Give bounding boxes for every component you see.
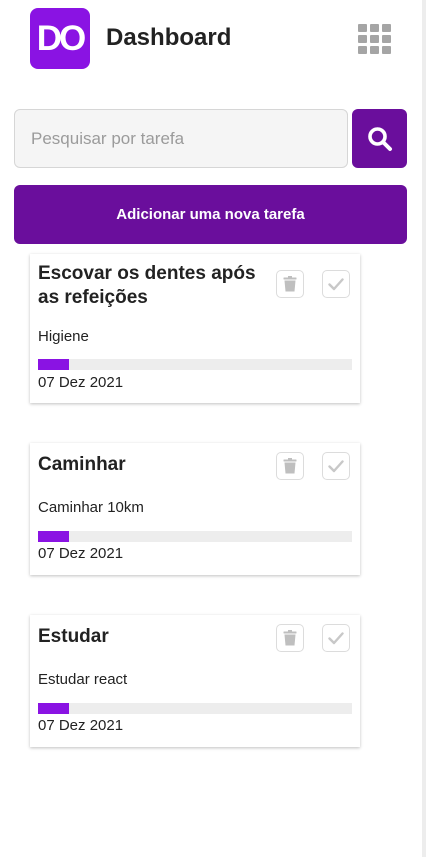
task-progress-fill [38, 703, 70, 714]
complete-task-button[interactable] [322, 452, 350, 480]
task-date: 07 Dez 2021 [38, 717, 124, 734]
trash-icon [283, 276, 297, 292]
search-icon [367, 126, 392, 151]
check-icon [328, 460, 344, 473]
search-input[interactable] [14, 109, 348, 168]
delete-task-button[interactable] [276, 624, 304, 652]
task-title: Estudar [38, 626, 109, 647]
trash-icon [283, 630, 297, 646]
scrollbar-track[interactable] [422, 0, 426, 857]
task-title: Caminhar [38, 454, 126, 475]
task-card: Estudar Estudar react 07 Dez 2021 [30, 615, 360, 747]
task-card: Escovar os dentes após as refeições Higi… [30, 254, 360, 403]
task-description: Higiene [38, 328, 89, 345]
trash-icon [283, 458, 297, 474]
task-title: Escovar os dentes após as refeições [38, 263, 256, 308]
task-date: 07 Dez 2021 [38, 545, 124, 562]
task-progress-bar [38, 531, 352, 542]
complete-task-button[interactable] [322, 270, 350, 298]
check-icon [328, 278, 344, 291]
delete-task-button[interactable] [276, 270, 304, 298]
apps-grid-icon[interactable] [358, 24, 392, 54]
task-progress-fill [38, 531, 70, 542]
task-progress-fill [38, 359, 70, 370]
search-button[interactable] [352, 109, 407, 168]
task-progress-bar [38, 703, 352, 714]
add-task-button[interactable]: Adicionar uma nova tarefa [14, 185, 407, 244]
task-description: Estudar react [38, 671, 128, 688]
task-date: 07 Dez 2021 [38, 374, 124, 391]
check-icon [328, 632, 344, 645]
task-description: Caminhar 10km [38, 499, 144, 516]
app-logo[interactable]: DO [30, 8, 90, 69]
page-title: Dashboard [106, 24, 232, 51]
task-progress-bar [38, 359, 352, 370]
delete-task-button[interactable] [276, 452, 304, 480]
task-card: Caminhar Caminhar 10km 07 Dez 2021 [30, 443, 360, 575]
complete-task-button[interactable] [322, 624, 350, 652]
app-header: DO Dashboard [0, 0, 422, 80]
